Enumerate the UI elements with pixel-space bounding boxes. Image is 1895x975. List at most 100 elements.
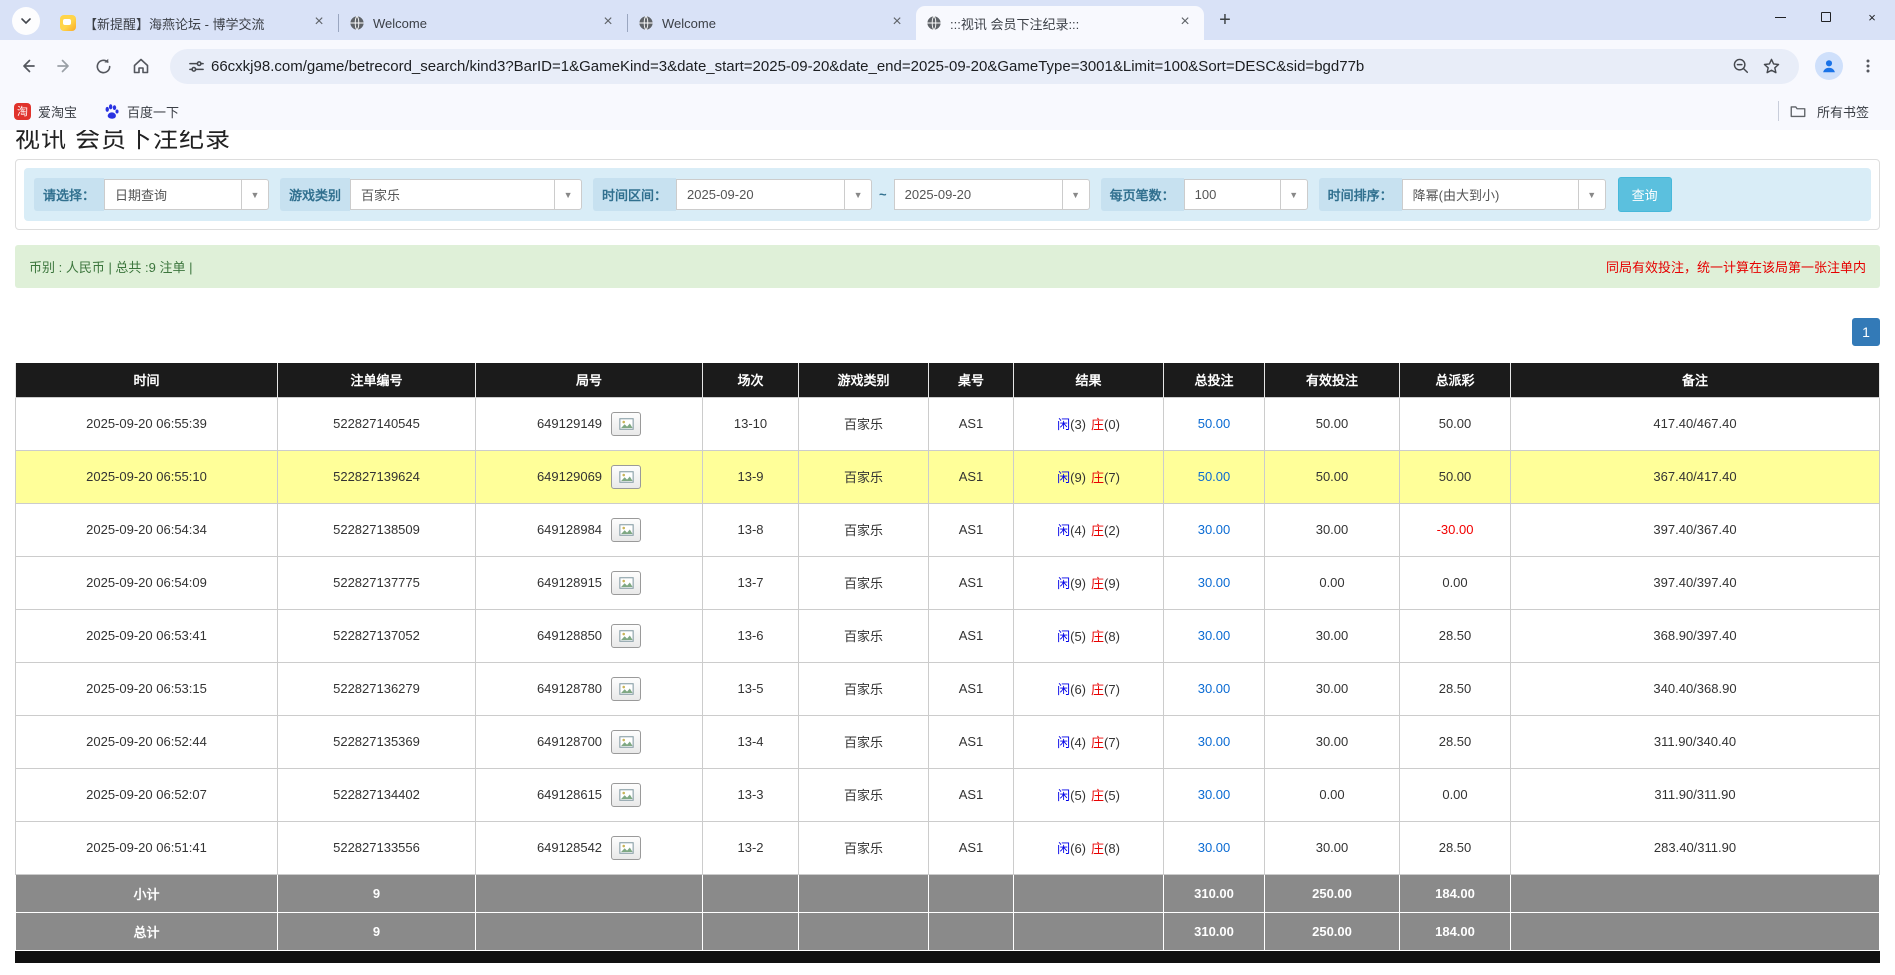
view-result-image-button[interactable] [611,836,641,860]
url-text[interactable]: 66cxkj98.com/game/betrecord_search/kind3… [211,58,1726,75]
bookmark-baidu[interactable]: 百度一下 [103,102,179,121]
column-header: 注单编号 [278,363,476,397]
view-result-image-button[interactable] [611,518,641,542]
profile-avatar[interactable] [1815,52,1843,80]
cell-total-bet[interactable]: 30.00 [1164,715,1265,768]
image-icon [619,471,634,483]
summary-cell [799,912,929,950]
date-start-select[interactable]: 2025-09-20 ▼ [676,179,872,210]
result-player-score: (9) [1070,470,1086,485]
cell-total-bet[interactable]: 30.00 [1164,556,1265,609]
cell-payout: 28.50 [1400,609,1511,662]
zoom-level-icon[interactable] [1732,57,1750,75]
address-bar[interactable]: 66cxkj98.com/game/betrecord_search/kind3… [170,49,1799,84]
chevron-down-icon[interactable]: ▼ [844,180,871,209]
cell-total-bet[interactable]: 30.00 [1164,768,1265,821]
sort-select[interactable]: 降幂(由大到小) ▼ [1402,179,1606,210]
site-settings-icon[interactable] [188,58,205,75]
cell-note: 397.40/367.40 [1511,503,1880,556]
result-player-label: 闲 [1057,788,1070,803]
page-number-button[interactable]: 1 [1852,318,1880,346]
summary-cell [476,912,703,950]
cell-total-bet[interactable]: 30.00 [1164,503,1265,556]
new-tab-button[interactable]: + [1212,9,1238,32]
cell-valid-bet: 50.00 [1265,397,1400,450]
result-banker-score: (7) [1104,470,1120,485]
tab-close-icon[interactable]: × [310,14,328,32]
tab-close-icon[interactable]: × [888,14,906,32]
cell-game-type: 百家乐 [799,450,929,503]
select-type-label: 请选择： [34,178,104,211]
tab-welcome-1[interactable]: Welcome × [339,6,627,40]
baidu-paw-icon [103,103,120,120]
view-result-image-button[interactable] [611,465,641,489]
search-button[interactable]: 查询 [1618,177,1672,212]
window-close-button[interactable]: × [1849,0,1895,34]
tab-haiyan-forum[interactable]: 【新提醒】海燕论坛 - 博学交流 × [50,6,338,40]
per-page-select[interactable]: 100 ▼ [1184,179,1308,210]
summary-cell [1014,874,1164,912]
summary-cell [1511,874,1880,912]
view-result-image-button[interactable] [611,783,641,807]
result-player-label: 闲 [1057,735,1070,750]
forward-button[interactable] [48,49,82,83]
cell-payout: 50.00 [1400,397,1511,450]
result-banker-label: 庄 [1091,735,1104,750]
round-id-text: 649129149 [537,416,602,431]
cell-session: 13-6 [703,609,799,662]
cell-session: 13-9 [703,450,799,503]
cell-session: 13-8 [703,503,799,556]
chevron-down-icon[interactable]: ▼ [554,180,581,209]
cell-total-bet[interactable]: 50.00 [1164,450,1265,503]
view-result-image-button[interactable] [611,571,641,595]
window-maximize-button[interactable] [1803,0,1849,34]
window-controls: × [1757,0,1895,34]
window-minimize-button[interactable] [1757,0,1803,34]
chevron-down-icon[interactable]: ▼ [1578,180,1605,209]
view-result-image-button[interactable] [611,677,641,701]
chevron-down-icon[interactable]: ▼ [1280,180,1307,209]
view-result-image-button[interactable] [611,730,641,754]
column-header: 总投注 [1164,363,1265,397]
browser-menu-button[interactable] [1851,49,1885,83]
cell-result: 闲(5)庄(5) [1014,768,1164,821]
cell-round-id: 649128542 [476,821,703,874]
image-icon [619,683,634,695]
bookmarks-divider [1778,101,1779,121]
round-id-text: 649128915 [537,575,602,590]
tab-close-icon[interactable]: × [1176,14,1194,32]
browser-tab-strip: 【新提醒】海燕论坛 - 博学交流 × Welcome × Welcome × :… [0,0,1895,40]
bookmark-star-icon[interactable] [1762,57,1781,76]
tab-close-icon[interactable]: × [599,14,617,32]
game-type-select[interactable]: 百家乐 ▼ [350,179,582,210]
table-row: 2025-09-20 06:52:44 522827135369 6491287… [16,715,1880,768]
cell-note: 283.40/311.90 [1511,821,1880,874]
reload-button[interactable] [86,49,120,83]
back-button[interactable] [10,49,44,83]
cell-total-bet[interactable]: 30.00 [1164,662,1265,715]
tab-bet-records-active[interactable]: :::视讯 会员下注纪录::: × [916,6,1204,40]
kebab-menu-icon [1860,58,1876,74]
cell-game-type: 百家乐 [799,715,929,768]
chevron-down-icon[interactable]: ▼ [241,180,268,209]
cell-total-bet[interactable]: 50.00 [1164,397,1265,450]
cell-bet-id: 522827134402 [278,768,476,821]
cell-total-bet[interactable]: 30.00 [1164,609,1265,662]
browser-toolbar: 66cxkj98.com/game/betrecord_search/kind3… [0,40,1895,92]
date-end-select[interactable]: 2025-09-20 ▼ [894,179,1090,210]
tab-search-button[interactable] [12,7,40,35]
image-icon [619,789,634,801]
view-result-image-button[interactable] [611,412,641,436]
home-button[interactable] [124,49,158,83]
bookmark-taobao[interactable]: 淘 爱淘宝 [14,102,77,121]
cell-game-type: 百家乐 [799,503,929,556]
view-result-image-button[interactable] [611,624,641,648]
per-page-label: 每页笔数： [1101,178,1184,211]
all-bookmarks-button[interactable]: 所有书签 [1817,102,1881,121]
tab-welcome-2[interactable]: Welcome × [628,6,916,40]
person-icon [1820,57,1838,75]
chevron-down-icon[interactable]: ▼ [1062,180,1089,209]
summary-info-bar: 币别 : 人民币 | 总共 :9 注单 | 同局有效投注，统一计算在该局第一张注… [15,245,1880,288]
query-type-select[interactable]: 日期查询 ▼ [104,179,269,210]
cell-total-bet[interactable]: 30.00 [1164,821,1265,874]
